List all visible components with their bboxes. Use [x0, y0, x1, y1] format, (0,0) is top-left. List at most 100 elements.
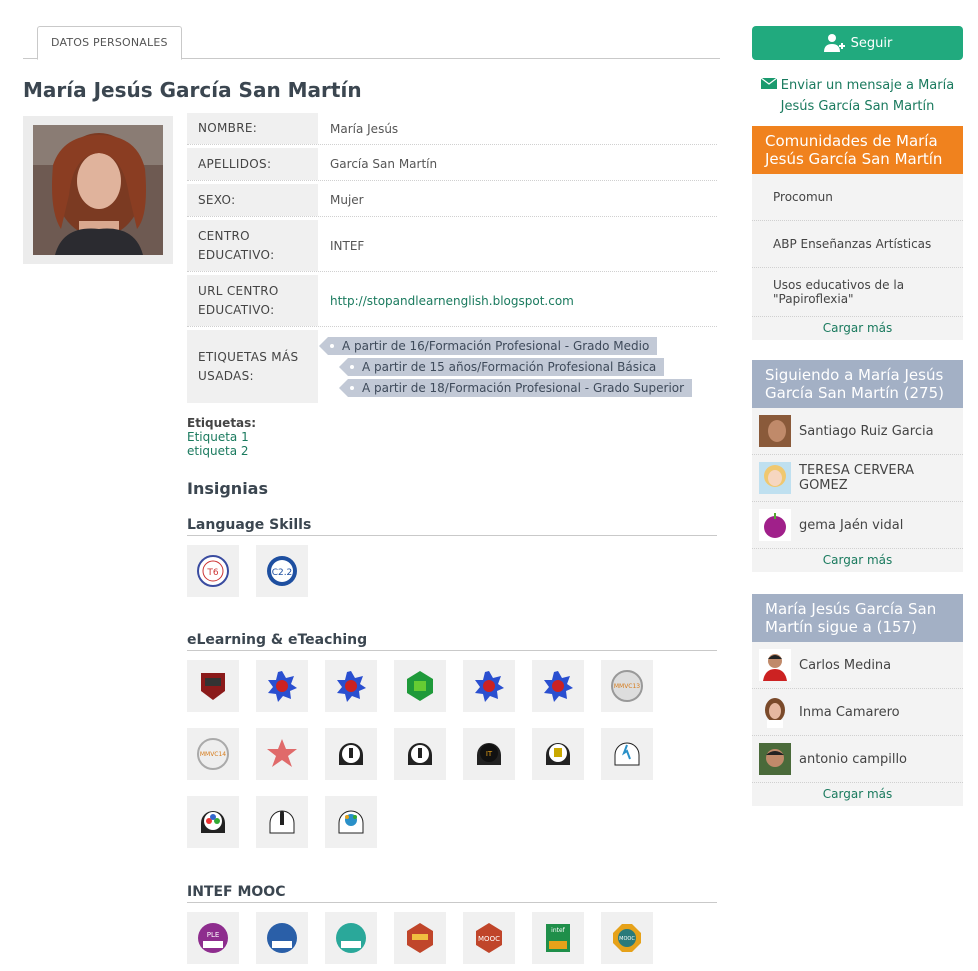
load-more-link[interactable]: Cargar más: [752, 783, 963, 806]
badge-label: MMVC14: [200, 751, 226, 758]
field-label: ETIQUETAS MÁS USADAS:: [187, 330, 318, 403]
svg-text:IT: IT: [486, 750, 493, 758]
follower-item[interactable]: gema Jaén vidal: [752, 502, 963, 549]
add-user-icon: [823, 34, 845, 52]
avatar: [759, 649, 791, 681]
following-name: antonio campillo: [799, 751, 908, 767]
follow-button[interactable]: Seguir: [752, 26, 963, 60]
badge[interactable]: T6: [187, 545, 239, 597]
envelope-icon: [760, 75, 778, 96]
badge[interactable]: [463, 660, 515, 712]
field-label: SEXO:: [187, 184, 318, 216]
field-value: María Jesús: [330, 121, 399, 136]
badge[interactable]: [394, 728, 446, 780]
follower-item[interactable]: Santiago Ruiz Garcia: [752, 408, 963, 455]
badge[interactable]: [325, 796, 377, 848]
badge-section-title: eLearning & eTeaching: [187, 632, 717, 651]
send-message-label: Enviar un mensaje a María Jesús García S…: [780, 78, 955, 114]
badge[interactable]: MOOC: [463, 912, 515, 964]
etiqueta-link[interactable]: Etiqueta 1: [187, 430, 256, 444]
etiqueta-link[interactable]: etiqueta 2: [187, 444, 256, 458]
following-title: María Jesús García San Martín sigue a (1…: [752, 594, 963, 642]
badge[interactable]: [532, 728, 584, 780]
avatar: [759, 743, 791, 775]
following-name: Inma Camarero: [799, 704, 900, 720]
badge-label: C2.2: [272, 568, 293, 578]
following-item[interactable]: Carlos Medina: [752, 642, 963, 689]
badge[interactable]: [325, 660, 377, 712]
badge[interactable]: [256, 796, 308, 848]
badge[interactable]: IT: [463, 728, 515, 780]
badge[interactable]: [325, 912, 377, 964]
badge[interactable]: [256, 912, 308, 964]
badge-section-title: INTEF MOOC: [187, 884, 717, 903]
communities-title: Comunidades de María Jesús García San Ma…: [752, 126, 963, 174]
load-more-link[interactable]: Cargar más: [752, 549, 963, 572]
badge-label: PLE: [207, 931, 220, 939]
badge[interactable]: MMVC14: [187, 728, 239, 780]
follower-name: gema Jaén vidal: [799, 517, 904, 533]
following-item[interactable]: antonio campillo: [752, 736, 963, 783]
insignias-title: Insignias: [187, 479, 268, 498]
following-name: Carlos Medina: [799, 657, 892, 673]
info-row-apellidos: APELLIDOS: García San Martín: [187, 148, 717, 181]
badge-label: MOOC: [619, 936, 635, 942]
badge-label: T6: [206, 568, 218, 578]
follower-item[interactable]: TERESA CERVERA GOMEZ: [752, 455, 963, 502]
url-link[interactable]: http://stopandlearnenglish.blogspot.com: [330, 294, 574, 308]
tab-bar: DATOS PERSONALES: [23, 26, 720, 60]
field-label: APELLIDOS:: [187, 148, 318, 180]
badge[interactable]: [532, 660, 584, 712]
load-more-link[interactable]: Cargar más: [752, 317, 963, 340]
field-value: A partir de 16/Formación Profesional - G…: [318, 330, 717, 403]
avatar: [759, 415, 791, 447]
etiquetas-label: Etiquetas:: [187, 416, 257, 430]
community-item[interactable]: ABP Enseñanzas Artísticas: [752, 221, 963, 268]
field-value: http://stopandlearnenglish.blogspot.com: [318, 275, 717, 326]
badge[interactable]: [394, 912, 446, 964]
field-label: NOMBRE:: [187, 113, 318, 144]
send-message-link[interactable]: Enviar un mensaje a María Jesús García S…: [752, 75, 963, 117]
badge-label: intef: [551, 927, 566, 934]
communities-panel: Comunidades de María Jesús García San Ma…: [752, 126, 963, 340]
badge[interactable]: PLE: [187, 912, 239, 964]
badge-label: MMVC13: [614, 683, 640, 690]
follow-label: Seguir: [850, 35, 893, 51]
badge[interactable]: MOOC: [601, 912, 653, 964]
community-item[interactable]: Usos educativos de la "Papiroflexia": [752, 268, 963, 317]
follower-name: TERESA CERVERA GOMEZ: [799, 463, 915, 493]
avatar: [759, 696, 791, 728]
badge-section-title: Language Skills: [187, 517, 717, 536]
page-title: María Jesús García San Martín: [23, 78, 362, 102]
badge[interactable]: [601, 728, 653, 780]
tag[interactable]: A partir de 15 años/Formación Profesiona…: [338, 357, 665, 376]
info-row-centro: CENTRO EDUCATIVO: INTEF: [187, 220, 717, 272]
badge[interactable]: [256, 660, 308, 712]
profile-photo-frame: [23, 116, 173, 264]
tab-datos-personales[interactable]: DATOS PERSONALES: [37, 26, 182, 60]
info-row-nombre: NOMBRE: María Jesús: [187, 113, 717, 145]
field-label: CENTRO EDUCATIVO:: [187, 220, 318, 271]
avatar: [759, 509, 791, 541]
info-row-tags: ETIQUETAS MÁS USADAS: A partir de 16/For…: [187, 330, 717, 403]
badge[interactable]: [394, 660, 446, 712]
info-row-url: URL CENTRO EDUCATIVO: http://stopandlear…: [187, 275, 717, 327]
badge[interactable]: [187, 660, 239, 712]
field-label: URL CENTRO EDUCATIVO:: [187, 275, 318, 326]
badge[interactable]: C2.2: [256, 545, 308, 597]
tag[interactable]: A partir de 18/Formación Profesional - G…: [338, 378, 693, 397]
badge[interactable]: MMVC13: [601, 660, 653, 712]
tag[interactable]: A partir de 16/Formación Profesional - G…: [318, 336, 658, 355]
badge[interactable]: intef: [532, 912, 584, 964]
etiquetas-block: Etiquetas: Etiqueta 1 etiqueta 2: [187, 416, 256, 458]
badge[interactable]: [325, 728, 377, 780]
community-item[interactable]: Procomun: [752, 174, 963, 221]
badge[interactable]: [256, 728, 308, 780]
personal-info-table: NOMBRE: María Jesús APELLIDOS: García Sa…: [187, 113, 717, 406]
badge-label: MOOC: [478, 935, 500, 943]
profile-photo: [33, 125, 163, 255]
field-value: INTEF: [330, 238, 365, 253]
following-item[interactable]: Inma Camarero: [752, 689, 963, 736]
badge[interactable]: [187, 796, 239, 848]
avatar: [759, 462, 791, 494]
